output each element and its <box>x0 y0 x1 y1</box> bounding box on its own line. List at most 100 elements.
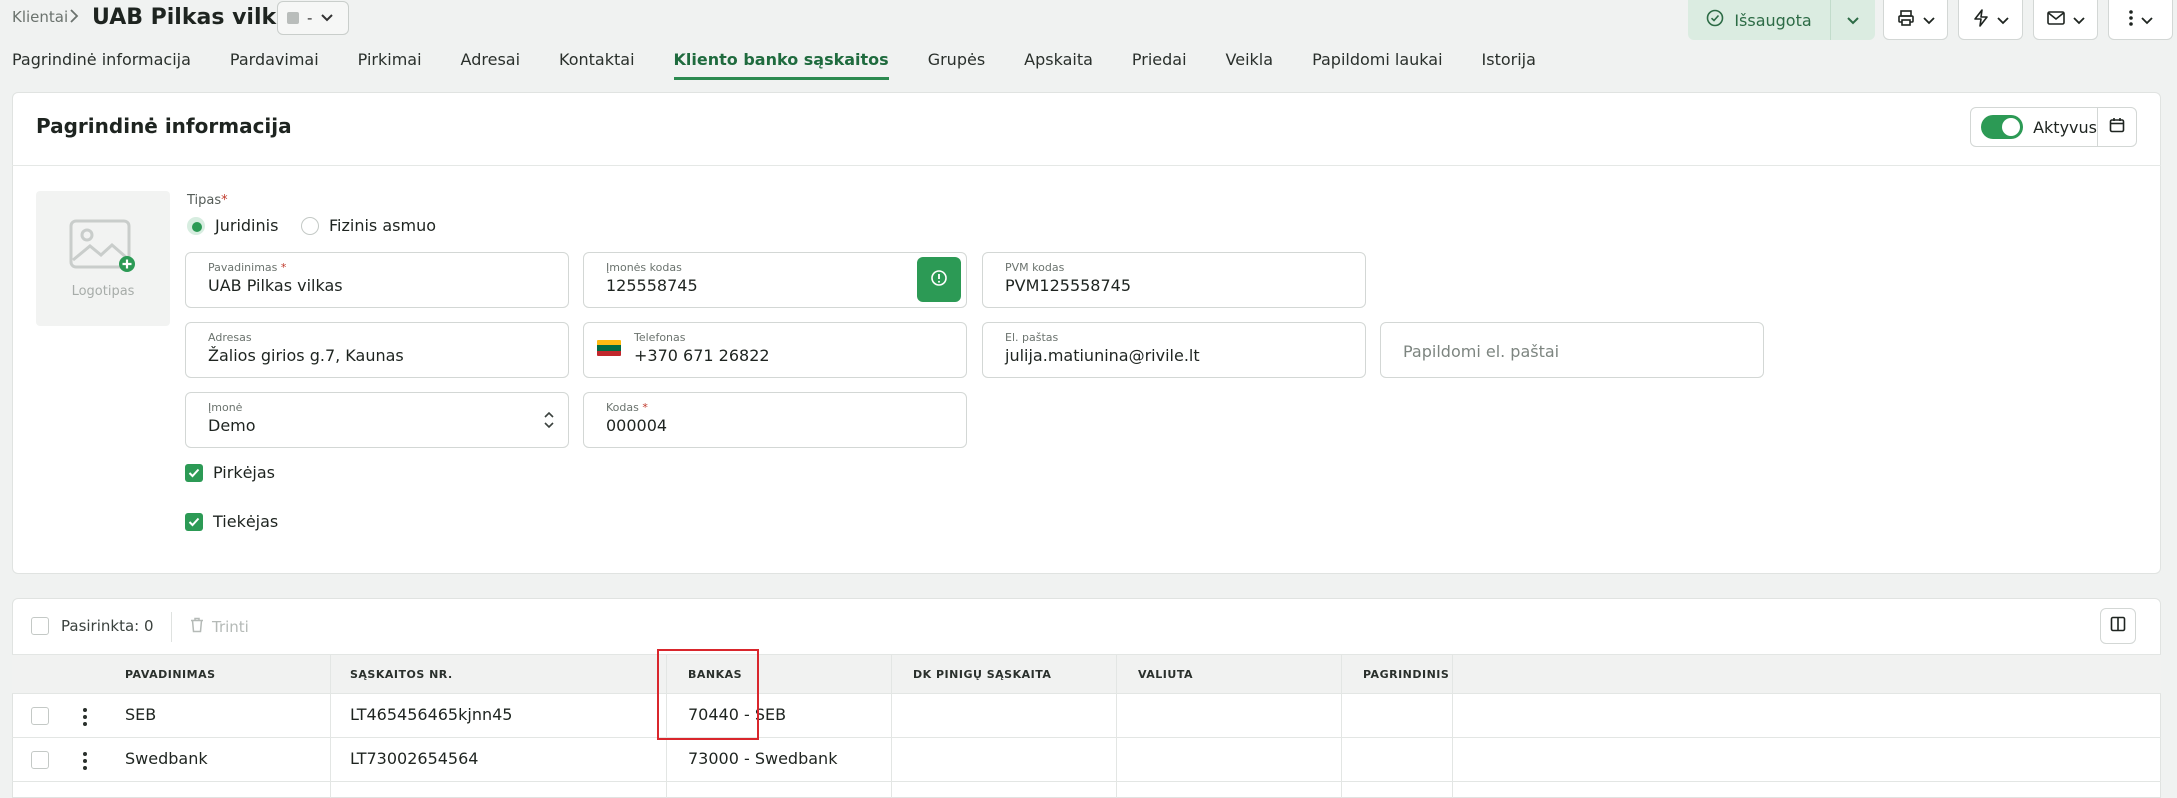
chevron-down-icon <box>320 9 334 27</box>
tab-groups[interactable]: Grupės <box>928 50 985 80</box>
delete-button[interactable]: Trinti <box>190 617 249 637</box>
chevron-down-icon <box>1996 10 2009 29</box>
vat-code-value: PVM125558745 <box>1005 276 1132 295</box>
select-all[interactable]: Pasirinkta: 0 <box>31 617 154 635</box>
name-value: UAB Pilkas vilkas <box>208 276 343 295</box>
active-label: Aktyvus <box>2033 117 2097 137</box>
tab-purchases[interactable]: Pirkimai <box>358 50 422 80</box>
phone-value: +370 671 26822 <box>634 346 770 365</box>
saved-dropdown-toggle[interactable] <box>1831 11 1875 30</box>
status-color-swatch <box>287 12 299 24</box>
radio-indicator[interactable] <box>301 216 319 235</box>
selected-count: Pasirinkta: 0 <box>61 617 154 635</box>
tab-contacts[interactable]: Kontaktai <box>559 50 635 80</box>
address-value: Žalios girios g.7, Kaunas <box>208 346 404 365</box>
row-menu-icon[interactable] <box>83 708 87 726</box>
calendar-icon <box>2109 117 2125 137</box>
chevron-down-icon <box>1922 10 1935 29</box>
more-options-button[interactable] <box>2108 0 2173 40</box>
extra-emails-field[interactable]: Papildomi el. paštai <box>1380 322 1764 378</box>
status-select[interactable]: - <box>277 1 349 35</box>
status-value: - <box>307 9 313 27</box>
active-switch[interactable] <box>1981 115 2024 139</box>
checkbox-label: Tiekėjas <box>213 512 279 531</box>
envelope-icon <box>2046 10 2065 29</box>
name-field[interactable]: Pavadinimas * UAB Pilkas vilkas <box>185 252 569 308</box>
columns-button[interactable] <box>2100 608 2136 644</box>
actions-button[interactable] <box>1958 0 2023 40</box>
col-header-name[interactable]: PAVADINIMAS <box>125 668 216 681</box>
printer-icon <box>1897 9 1915 31</box>
tab-extra-fields[interactable]: Papildomi laukai <box>1312 50 1442 80</box>
col-header-currency[interactable]: VALIUTA <box>1138 668 1193 681</box>
select-all-checkbox[interactable] <box>31 617 49 635</box>
vat-code-field[interactable]: PVM kodas PVM125558745 <box>982 252 1366 308</box>
radio-indicator[interactable] <box>187 216 205 235</box>
tab-history[interactable]: Istorija <box>1482 50 1536 80</box>
cell-name: Swedbank <box>125 749 208 768</box>
row-checkbox[interactable] <box>31 751 49 769</box>
table-header <box>12 654 2161 694</box>
company-code-field[interactable]: Įmonės kodas 125558745 <box>583 252 967 308</box>
tab-addresses[interactable]: Adresai <box>461 50 520 80</box>
info-icon <box>930 269 948 291</box>
tab-bank-accounts[interactable]: Kliento banko sąskaitos <box>673 50 889 80</box>
company-lookup-button[interactable] <box>917 257 961 302</box>
tab-main-info[interactable]: Pagrindinė informacija <box>12 50 191 80</box>
kebab-menu-icon <box>2128 9 2133 30</box>
cell-account: LT465456465kjnn45 <box>350 705 513 724</box>
lithuania-flag-icon[interactable] <box>597 340 621 356</box>
company-select[interactable]: Įmonė Demo <box>185 392 569 448</box>
card-divider <box>12 165 2161 166</box>
tab-activity[interactable]: Veikla <box>1226 50 1274 80</box>
supplier-checkbox[interactable]: Tiekėjas <box>185 512 278 531</box>
address-field[interactable]: Adresas Žalios girios g.7, Kaunas <box>185 322 569 378</box>
columns-icon <box>2110 616 2126 636</box>
company-value: Demo <box>208 416 256 435</box>
row-checkbox[interactable] <box>31 707 49 725</box>
saved-label: Išsaugota <box>1734 10 1812 30</box>
radio-label: Juridinis <box>215 216 279 235</box>
toolbar-divider <box>171 612 172 642</box>
tab-attachments[interactable]: Priedai <box>1132 50 1187 80</box>
calendar-button[interactable] <box>2097 107 2137 147</box>
company-code-value: 125558745 <box>606 276 698 295</box>
email-field[interactable]: El. paštas julija.matiunina@rivile.lt <box>982 322 1366 378</box>
radio-legal-entity[interactable]: Juridinis <box>187 216 278 235</box>
extra-emails-placeholder: Papildomi el. paštai <box>1403 342 1560 361</box>
checkbox-checked[interactable] <box>185 463 203 482</box>
check-circle-icon <box>1706 9 1724 31</box>
buyer-checkbox[interactable]: Pirkėjas <box>185 463 275 482</box>
page-title: UAB Pilkas vilkas <box>92 5 305 30</box>
trash-icon <box>190 617 204 637</box>
phone-field[interactable]: Telefonas +370 671 26822 <box>583 322 967 378</box>
table-row[interactable] <box>12 738 2161 782</box>
chevron-down-icon <box>2140 10 2153 29</box>
table-row[interactable] <box>12 694 2161 738</box>
active-toggle[interactable]: Aktyvus <box>1970 107 2098 147</box>
code-field[interactable]: Kodas * 000004 <box>583 392 967 448</box>
col-header-main[interactable]: PAGRINDINIS <box>1363 668 1449 681</box>
select-arrows-icon <box>543 410 555 434</box>
breadcrumb[interactable]: Klientai <box>12 8 68 26</box>
logo-upload[interactable]: Logotipas <box>36 191 170 326</box>
radio-natural-person[interactable]: Fizinis asmuo <box>301 216 436 235</box>
tab-accounting[interactable]: Apskaita <box>1024 50 1093 80</box>
cell-name: SEB <box>125 705 157 724</box>
saved-button[interactable]: Išsaugota <box>1688 0 1875 40</box>
col-header-dk[interactable]: DK PINIGŲ SĄSKAITA <box>913 668 1051 681</box>
col-header-account[interactable]: SĄSKAITOS NR. <box>350 668 453 681</box>
row-menu-icon[interactable] <box>83 752 87 770</box>
cell-bank: 73000 - Swedbank <box>688 749 838 768</box>
chevron-right-icon <box>69 8 79 28</box>
logo-label: Logotipas <box>71 284 135 299</box>
radio-label: Fizinis asmuo <box>329 216 436 235</box>
tab-sales[interactable]: Pardavimai <box>230 50 319 80</box>
highlight-box <box>657 649 759 740</box>
checkbox-checked[interactable] <box>185 512 203 531</box>
email-button[interactable] <box>2033 0 2098 40</box>
image-add-icon <box>68 218 138 278</box>
email-value: julija.matiunina@rivile.lt <box>1005 346 1200 365</box>
checkbox-label: Pirkėjas <box>213 463 276 482</box>
print-button[interactable] <box>1883 0 1948 40</box>
